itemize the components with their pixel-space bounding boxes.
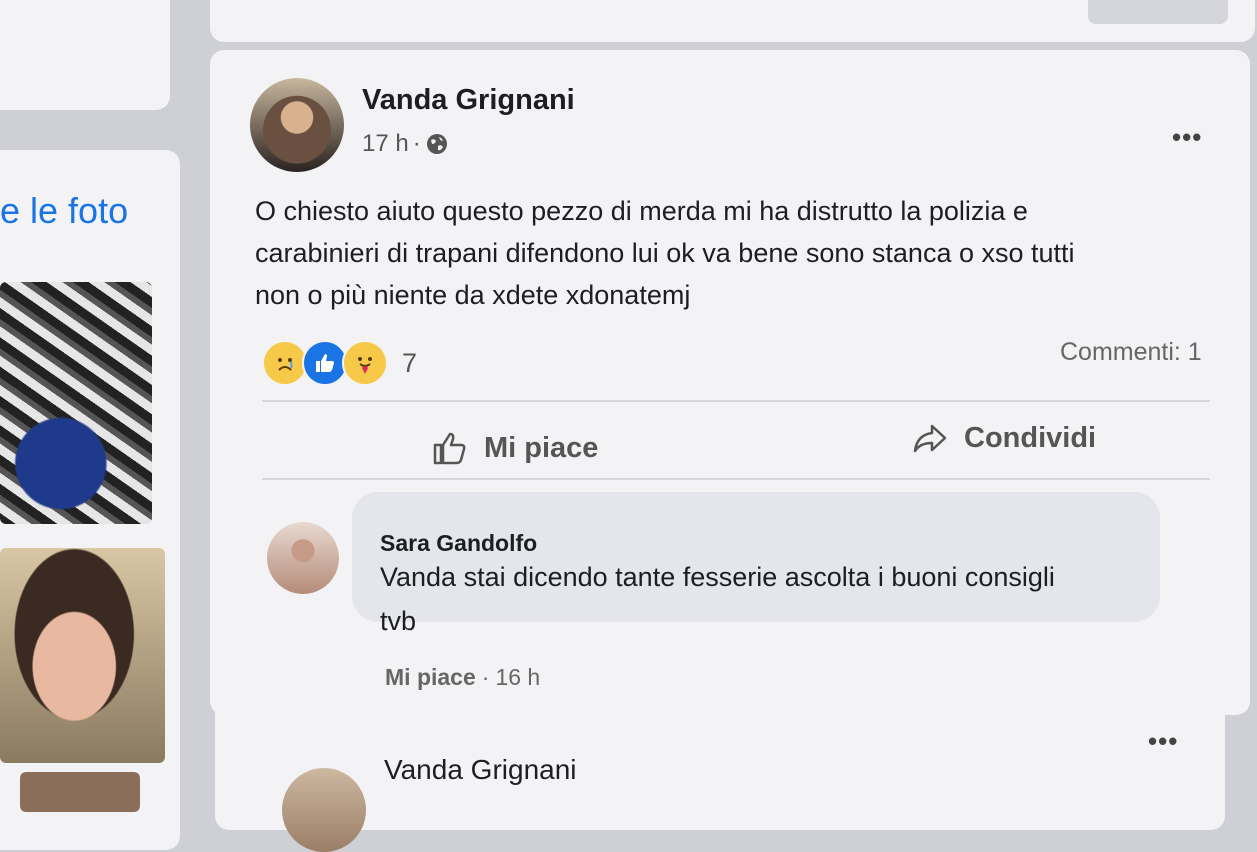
- meta-separator: ·: [412, 130, 421, 157]
- comment-bubble: [352, 492, 1160, 622]
- post-author[interactable]: Vanda Grignani: [362, 84, 575, 117]
- thumbs-up-icon: [433, 432, 466, 465]
- divider: [262, 478, 1210, 480]
- comment-author[interactable]: Sara Gandolfo: [380, 530, 537, 557]
- left-top-card: [0, 0, 170, 110]
- previous-post-button[interactable]: [1088, 0, 1228, 24]
- post-options-icon[interactable]: •••: [1172, 122, 1202, 153]
- care-reaction-icon: [342, 340, 388, 386]
- post-time[interactable]: 17 h: [362, 130, 409, 158]
- post-options-icon[interactable]: •••: [1148, 726, 1178, 757]
- post-text-line: non o più niente da xdete xdonatemj: [255, 280, 691, 310]
- share-label: Condividi: [964, 421, 1097, 454]
- post-meta: 17 h ·: [362, 130, 449, 158]
- like-label: Mi piace: [484, 431, 599, 464]
- next-post-card: [215, 690, 1225, 830]
- avatar[interactable]: [250, 78, 344, 172]
- photo-thumbnail[interactable]: [0, 548, 165, 763]
- share-button[interactable]: Condividi: [910, 418, 1096, 458]
- comment-like-button[interactable]: Mi piace: [385, 664, 476, 691]
- comment-text-line: Vanda stai dicendo tante fesserie ascolt…: [380, 562, 1055, 592]
- reactions-summary[interactable]: 7: [262, 340, 417, 386]
- avatar[interactable]: [282, 768, 366, 852]
- photos-section-title[interactable]: e le foto: [0, 190, 128, 232]
- divider: [262, 400, 1210, 402]
- post-text-line: carabinieri di trapani difendono lui ok …: [255, 238, 1075, 268]
- comment-text-line: tvb: [380, 606, 417, 636]
- post-author[interactable]: Vanda Grignani: [384, 754, 577, 786]
- globe-icon: [426, 134, 447, 154]
- meta-separator: ·: [481, 664, 490, 690]
- commenter-avatar[interactable]: [267, 522, 339, 594]
- photo-thumbnail[interactable]: [20, 772, 140, 812]
- reaction-count: 7: [402, 347, 418, 378]
- post-text-line: O chiesto aiuto questo pezzo di merda mi…: [255, 196, 1028, 226]
- like-button[interactable]: Mi piace: [430, 428, 598, 468]
- comment-meta: Mi piace · 16 h: [385, 664, 540, 691]
- comments-count[interactable]: Commenti: 1: [1060, 338, 1202, 367]
- photo-thumbnail[interactable]: [0, 282, 152, 524]
- comment-time[interactable]: 16 h: [495, 664, 540, 691]
- share-arrow-icon: [913, 424, 947, 453]
